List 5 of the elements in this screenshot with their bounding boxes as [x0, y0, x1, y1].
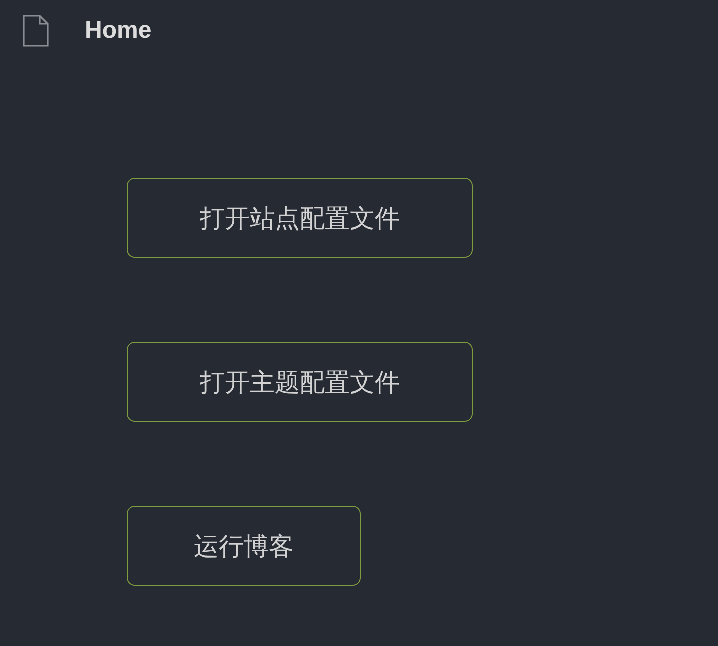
action-button[interactable]: 打开站点配置文件 — [127, 178, 473, 258]
action-button[interactable]: 运行博客 — [127, 506, 361, 586]
action-button[interactable]: 打开主题配置文件 — [127, 342, 473, 422]
page-title: Home — [85, 17, 152, 45]
file-icon — [23, 15, 49, 47]
